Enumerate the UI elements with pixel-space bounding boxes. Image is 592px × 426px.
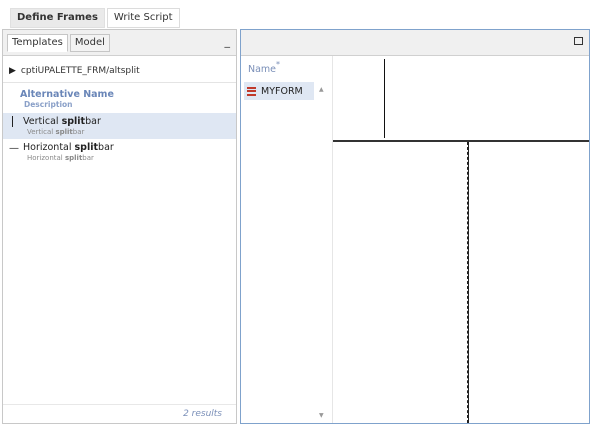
- tab-model[interactable]: Model: [69, 34, 110, 52]
- form-name-list: Name * MYFORM ▲ ▼: [241, 56, 333, 423]
- form-list-icon: [247, 86, 256, 96]
- template-item-label: Vertical splitbar: [23, 116, 101, 127]
- app-root: Define Frames Write Script Templates Mod…: [0, 0, 592, 426]
- horizontal-bar-icon: —: [9, 143, 19, 154]
- vertical-splitbar-top[interactable]: [384, 59, 385, 138]
- scroll-up-arrow-icon[interactable]: ▲: [319, 86, 324, 93]
- results-count: 2 results: [183, 409, 222, 419]
- results-divider: [3, 404, 236, 405]
- template-path: cptiUPALETTE_FRM/altsplit: [20, 66, 140, 76]
- form-list-label: MYFORM: [261, 85, 303, 97]
- templates-panel-header: Templates Model _: [3, 30, 236, 56]
- frame-editor-panel: Name * MYFORM ▲ ▼: [240, 29, 590, 424]
- frame-editor-header: [241, 30, 589, 56]
- templates-panel-tabs: Templates Model: [7, 34, 110, 52]
- templates-panel: Templates Model _ ▶ cptiUPALETTE_FRM/alt…: [2, 29, 237, 424]
- template-item-horizontal-splitbar[interactable]: — Horizontal splitbar Horizontal splitba…: [3, 139, 236, 165]
- tab-write-script[interactable]: Write Script: [106, 8, 180, 28]
- minimize-button[interactable]: _: [225, 36, 231, 47]
- column-description: Description: [24, 100, 73, 109]
- template-item-description: Vertical splitbar: [27, 128, 85, 136]
- template-list-header: Alternative Name Description: [3, 83, 236, 113]
- name-column-header[interactable]: Name: [248, 64, 276, 75]
- play-icon: ▶: [9, 66, 16, 76]
- tab-templates[interactable]: Templates: [7, 34, 68, 52]
- scroll-down-arrow-icon[interactable]: ▼: [319, 412, 324, 419]
- top-tab-bar: Define Frames Write Script: [10, 8, 180, 28]
- horizontal-splitbar[interactable]: [333, 140, 589, 142]
- template-item-label: Horizontal splitbar: [23, 142, 114, 153]
- tab-define-frames[interactable]: Define Frames: [10, 8, 105, 28]
- template-item-vertical-splitbar[interactable]: Vertical splitbar Vertical splitbar: [3, 113, 236, 139]
- required-marker: *: [276, 60, 280, 69]
- vertical-bar-icon: [12, 116, 13, 127]
- template-item-description: Horizontal splitbar: [27, 154, 94, 162]
- form-list-item[interactable]: MYFORM: [244, 82, 314, 100]
- frame-canvas[interactable]: [333, 56, 589, 423]
- vertical-splitbar-bottom[interactable]: [467, 142, 469, 423]
- template-path-row[interactable]: ▶ cptiUPALETTE_FRM/altsplit: [3, 60, 236, 83]
- maximize-button[interactable]: [574, 37, 583, 45]
- column-alternative-name: Alternative Name: [20, 89, 114, 100]
